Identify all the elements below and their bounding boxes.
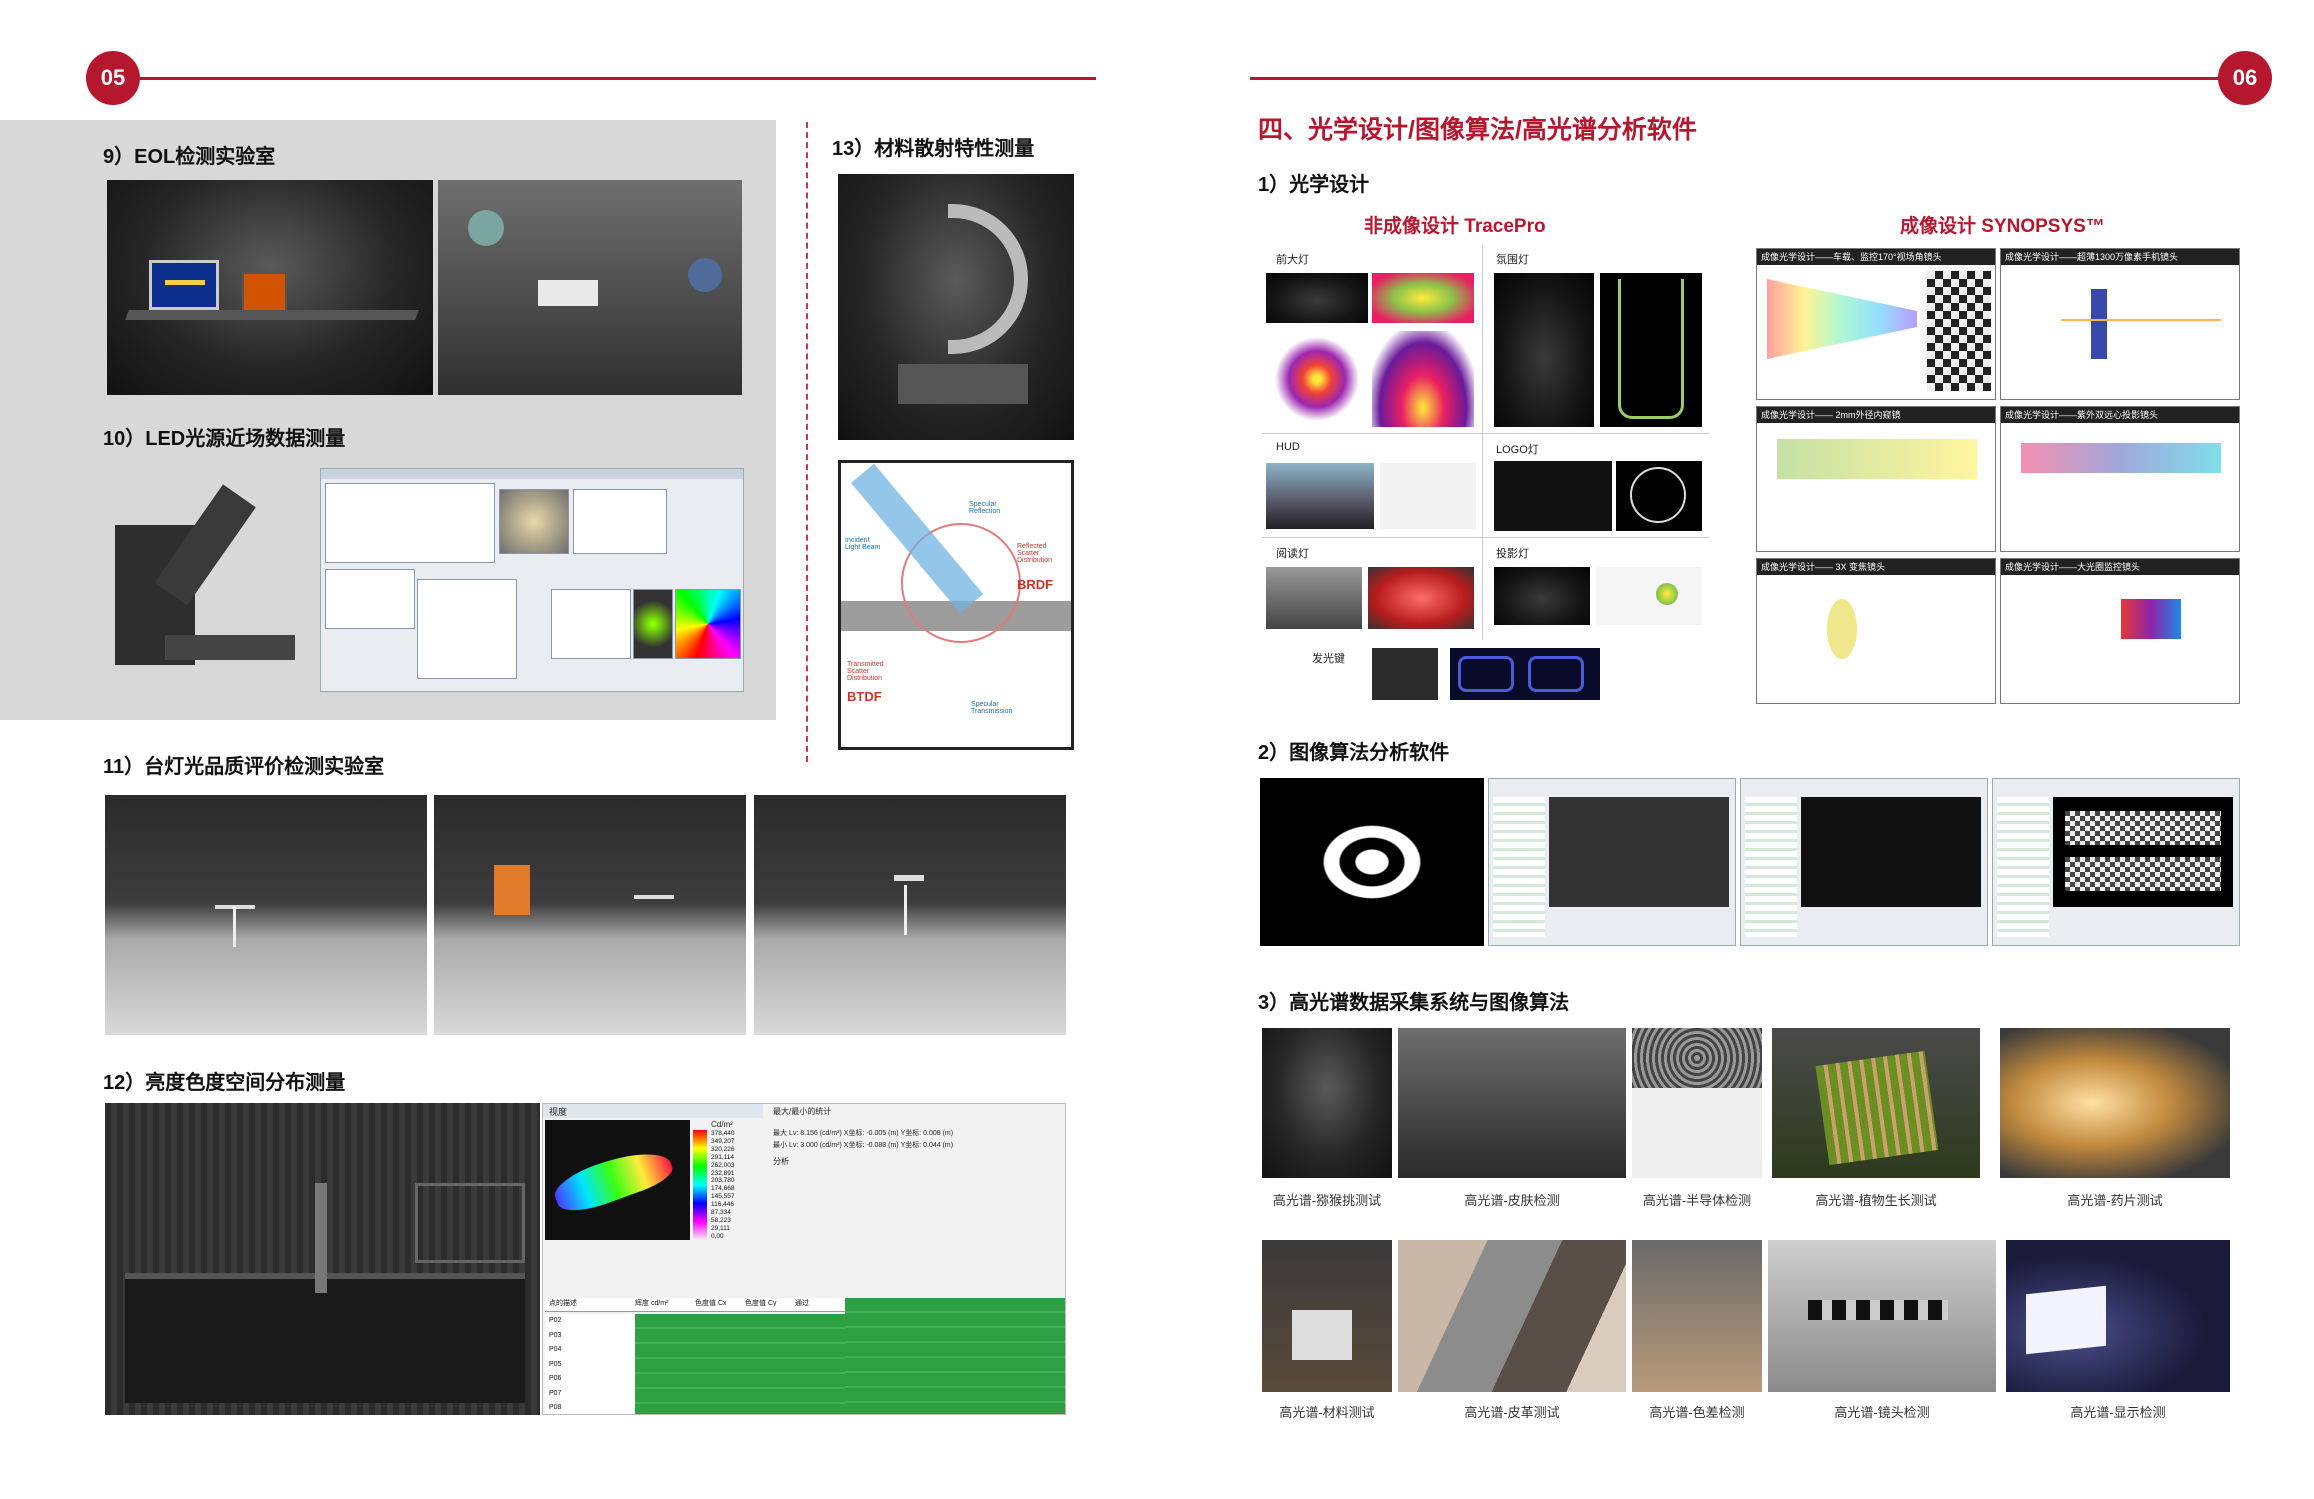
- led-software-screenshot: [320, 468, 744, 692]
- label-brdf: BRDF: [1017, 577, 1054, 592]
- item-illuminated-key: 发光键: [1312, 653, 1345, 665]
- section-13-title: 13）材料散射特性测量: [832, 138, 1035, 160]
- caption-r2-2: 高光谱-皮革测试: [1464, 1405, 1560, 1420]
- section-12-title: 12）亮度色度空间分布测量: [103, 1072, 346, 1094]
- hyper-photo-1: [1262, 1028, 1392, 1178]
- caption-r2-1: 高光谱-材料测试: [1279, 1405, 1375, 1420]
- hyper-photo-6: [1262, 1240, 1392, 1392]
- hyper-photo-8: [1632, 1240, 1762, 1392]
- luminance-gantry-photo: [105, 1103, 540, 1415]
- right-main-title: 四、光学设计/图像算法/高光谱分析软件: [1258, 116, 1697, 144]
- stats-row-min: 最小 Lv: 3.000 (cd/m²) X坐标: -0.088 (m) Y坐标…: [773, 1142, 954, 1149]
- imaging-title: 成像设计 SYNOPSYS™: [1900, 216, 2105, 237]
- brdf-diagram: Incident Light Beam Specular Reflection …: [838, 460, 1074, 750]
- caption-r1-5: 高光谱-药片测试: [2067, 1193, 2163, 1208]
- scatter-instrument-photo: [838, 174, 1074, 440]
- near-field-goniometer-photo: [105, 465, 310, 690]
- label-specular-transmission: Specular Transmission: [971, 701, 1013, 715]
- label-btdf: BTDF: [847, 689, 882, 704]
- caption-r1-3: 高光谱-半导体检测: [1642, 1193, 1752, 1208]
- right-header-rule: [1250, 77, 2256, 80]
- result-table-labels: P02 P03 P04 P05 P06 P07 P08: [545, 1314, 635, 1414]
- false-color-map: [545, 1120, 690, 1240]
- analysis-label: 分析: [773, 1157, 789, 1166]
- caption-r2-5: 高光谱-显示检测: [2070, 1405, 2166, 1420]
- imaging-tile-3: 成像光学设计—— 2mm外径内窥镜: [1756, 406, 1996, 552]
- label-transmitted-scatter: Transmitted Scatter Distribution: [847, 661, 884, 682]
- stats-row-max: 最大 Lv: 8.156 (cd/m²) X坐标: -0.005 (m) Y坐标…: [773, 1130, 954, 1137]
- label-reflected-scatter: Reflected Scatter Distribution: [1017, 543, 1053, 564]
- left-header-rule: [112, 77, 1096, 80]
- luminance-software-screenshot: 视度 Cd/m² 378,440 349,207 320,226 291,114…: [542, 1103, 1066, 1415]
- hyperspectral-title: 3）高光谱数据采集系统与图像算法: [1258, 992, 1570, 1014]
- item-projection-light: 投影灯: [1496, 548, 1529, 560]
- caption-r1-1: 高光谱-猕猴挑测试: [1272, 1193, 1382, 1208]
- hyper-photo-2: [1398, 1028, 1626, 1178]
- stats-title: 最大/最小的统计: [773, 1107, 832, 1116]
- algorithm-shot-4: [1992, 778, 2240, 946]
- caption-r2-3: 高光谱-色差检测: [1649, 1405, 1745, 1420]
- hyper-photo-4: [1772, 1028, 1980, 1178]
- hyper-photo-5: [2000, 1028, 2230, 1178]
- hyper-photo-10: [2006, 1240, 2230, 1392]
- right-page-number: 06: [2218, 51, 2272, 105]
- result-table-right: [845, 1298, 1065, 1414]
- item-hud: HUD: [1276, 441, 1300, 453]
- color-scale-bar: [693, 1130, 707, 1240]
- result-table-values: [635, 1314, 845, 1414]
- legend-values: 378,440 349,207 320,226 291,114 262,003 …: [711, 1130, 735, 1240]
- nonimaging-title: 非成像设计 TracePro: [1364, 216, 1546, 237]
- hyper-photo-3: [1632, 1028, 1762, 1178]
- eol-lab-photo-2: [438, 180, 742, 395]
- label-specular-reflection: Specular Reflection: [969, 501, 1001, 515]
- result-table-header: 点的描述 辉度 cd/m² 色度值 Cx 色度值 Cy 通过: [545, 1298, 845, 1312]
- ui-tab-label: 视度: [549, 1107, 568, 1117]
- section-divider: [806, 122, 808, 762]
- algorithm-shot-2: [1488, 778, 1736, 946]
- item-logo-light: LOGO灯: [1496, 444, 1539, 456]
- optical-design-title: 1）光学设计: [1258, 174, 1370, 196]
- nonimaging-panel: 前大灯 氛围灯 HUD LOGO灯 阅读灯 投影灯: [1262, 245, 1710, 640]
- caption-r1-2: 高光谱-皮肤检测: [1464, 1193, 1560, 1208]
- left-page-number: 05: [86, 51, 140, 105]
- imaging-tile-4: 成像光学设计——紫外双远心投影镜头: [2000, 406, 2240, 552]
- algorithm-shot-3: [1740, 778, 1988, 946]
- algorithm-shot-1: [1260, 778, 1484, 946]
- item-reading-light: 阅读灯: [1276, 548, 1309, 560]
- caption-r1-4: 高光谱-植物生长测试: [1815, 1193, 1937, 1208]
- imaging-tile-1: 成像光学设计——车载、监控170°视场角镜头: [1756, 248, 1996, 400]
- section-9-title: 9）EOL检测实验室: [103, 146, 276, 168]
- section-10-title: 10）LED光源近场数据测量: [103, 428, 346, 450]
- imaging-tile-2: 成像光学设计——超薄1300万像素手机镜头: [2000, 248, 2240, 400]
- section-11-title: 11）台灯光品质评价检测实验室: [103, 756, 385, 778]
- legend-unit: Cd/m²: [711, 1120, 733, 1129]
- label-incident: Incident Light Beam: [845, 537, 881, 551]
- item-ambient-light: 氛围灯: [1496, 254, 1529, 266]
- lamp-lab-photo-2: [434, 795, 746, 1035]
- lamp-lab-photo-3: [754, 795, 1066, 1035]
- lamp-lab-photo-1: [105, 795, 427, 1035]
- imaging-tile-5: 成像光学设计—— 3X 变焦镜头: [1756, 558, 1996, 704]
- hyper-photo-7: [1398, 1240, 1626, 1392]
- caption-r2-4: 高光谱-镜头检测: [1834, 1405, 1930, 1420]
- item-headlamp: 前大灯: [1276, 254, 1309, 266]
- image-algorithm-title: 2）图像算法分析软件: [1258, 742, 1450, 764]
- hyper-photo-9: [1768, 1240, 1996, 1392]
- eol-lab-photo-1: [107, 180, 433, 395]
- imaging-tile-6: 成像光学设计——大光圈监控镜头: [2000, 558, 2240, 704]
